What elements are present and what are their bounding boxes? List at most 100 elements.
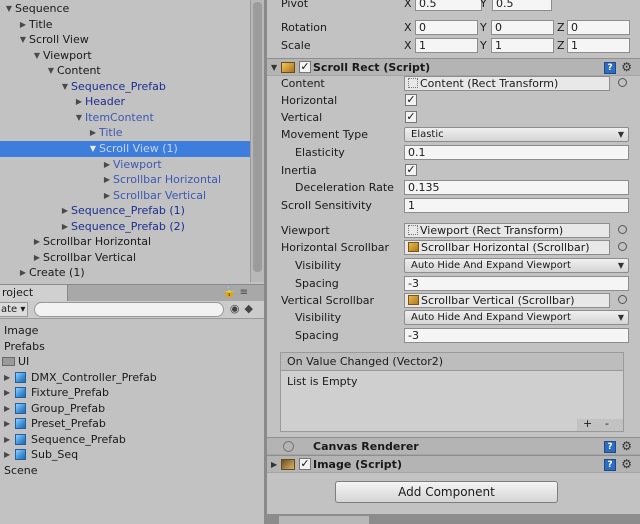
hierarchy-item[interactable]: ▼ ItemContent xyxy=(0,110,250,126)
remove-listener-button[interactable]: - xyxy=(605,418,609,429)
add-listener-button[interactable]: + xyxy=(583,418,592,429)
expanded-arrow-icon[interactable]: ▼ xyxy=(46,63,56,79)
horizontal-checkbox[interactable]: ✓ xyxy=(405,94,417,106)
collapsed-arrow-icon[interactable]: ▶ xyxy=(102,172,112,188)
inertia-checkbox[interactable]: ✓ xyxy=(405,164,417,176)
gear-icon[interactable]: ⚙ xyxy=(621,456,632,473)
movement-type-dropdown[interactable]: Elastic ▼ xyxy=(404,127,629,142)
scroll-sensitivity-field[interactable]: 1 xyxy=(404,198,629,213)
hierarchy-item[interactable]: ▶ Sequence_Prefab (1) xyxy=(0,203,250,219)
collapsed-arrow-icon[interactable]: ▶ xyxy=(32,250,42,266)
collapsed-arrow-icon[interactable]: ▶ xyxy=(74,94,84,110)
collapse-arrow-icon[interactable]: ▼ xyxy=(271,59,277,76)
scroll-rect-enabled-checkbox[interactable]: ✓ xyxy=(299,61,311,73)
hierarchy-item[interactable]: ▼ Scroll View (1) xyxy=(0,140,250,157)
hierarchy-item[interactable]: ▼ Content xyxy=(0,63,250,79)
pivot-y-field[interactable]: 0.5 xyxy=(492,0,552,11)
project-item[interactable]: ▶ Sub_Seq xyxy=(0,447,264,463)
expanded-arrow-icon[interactable]: ▼ xyxy=(32,48,42,64)
project-item[interactable]: Scene xyxy=(0,463,264,479)
lock-icon[interactable]: 🔒 xyxy=(223,287,239,298)
collapsed-arrow-icon[interactable]: ▶ xyxy=(4,447,10,462)
expanded-arrow-icon[interactable]: ▼ xyxy=(60,79,70,95)
project-item[interactable]: ▶ Preset_Prefab xyxy=(0,416,264,432)
expanded-arrow-icon[interactable]: ▼ xyxy=(18,32,28,48)
hierarchy-item[interactable]: ▶ Title xyxy=(0,125,250,141)
bottom-tab[interactable] xyxy=(279,516,369,524)
hierarchy-scrollbar[interactable] xyxy=(250,0,264,282)
hierarchy-item[interactable]: ▶ Scrollbar Horizontal xyxy=(0,234,250,250)
hierarchy-item[interactable]: ▼ Sequence_Prefab xyxy=(0,79,250,95)
rotation-y-field[interactable]: 0 xyxy=(491,20,554,35)
menu-icon[interactable]: ≡ xyxy=(240,287,252,298)
collapsed-arrow-icon[interactable]: ▶ xyxy=(4,432,10,447)
content-object-field[interactable]: Content (Rect Transform) xyxy=(404,76,610,91)
project-item[interactable]: ▶ Group_Prefab xyxy=(0,401,264,417)
scale-z-field[interactable]: 1 xyxy=(567,38,630,53)
expanded-arrow-icon[interactable]: ▼ xyxy=(74,110,84,126)
add-component-button[interactable]: Add Component xyxy=(335,481,558,503)
deceleration-field[interactable]: 0.135 xyxy=(404,180,629,195)
tab-project[interactable]: roject xyxy=(0,285,68,302)
elasticity-field[interactable]: 0.1 xyxy=(404,145,629,160)
filter-by-label-icon[interactable]: ◆ xyxy=(245,302,258,315)
rotation-z-field[interactable]: 0 xyxy=(567,20,630,35)
object-picker-icon[interactable] xyxy=(618,295,627,304)
horizontal-scrollbar-field[interactable]: Scrollbar Horizontal (Scrollbar) xyxy=(404,240,610,255)
scale-y-field[interactable]: 1 xyxy=(491,38,554,53)
image-enabled-checkbox[interactable]: ✓ xyxy=(299,458,311,470)
project-item[interactable]: ▶ Sequence_Prefab xyxy=(0,432,264,448)
hierarchy-item[interactable]: ▶ Title xyxy=(0,17,250,33)
project-item[interactable]: Image xyxy=(0,323,264,339)
scale-x-field[interactable]: 1 xyxy=(415,38,478,53)
expanded-arrow-icon[interactable]: ▼ xyxy=(88,141,98,157)
project-item[interactable]: ▶ DMX_Controller_Prefab xyxy=(0,370,264,386)
hierarchy-item[interactable]: ▼ Viewport xyxy=(0,48,250,64)
collapsed-arrow-icon[interactable]: ▶ xyxy=(32,234,42,250)
object-picker-icon[interactable] xyxy=(618,78,627,87)
viewport-object-field[interactable]: Viewport (Rect Transform) xyxy=(404,223,610,238)
hierarchy-item[interactable]: ▶ Scrollbar Horizontal xyxy=(0,172,250,188)
object-picker-icon[interactable] xyxy=(618,225,627,234)
v-spacing-field[interactable]: -3 xyxy=(404,328,629,343)
collapsed-arrow-icon[interactable]: ▶ xyxy=(4,385,10,400)
hierarchy-item[interactable]: ▶ Scrollbar Vertical xyxy=(0,188,250,204)
v-visibility-dropdown[interactable]: Auto Hide And Expand Viewport ▼ xyxy=(404,310,629,325)
vertical-checkbox[interactable]: ✓ xyxy=(405,111,417,123)
scrollbar-thumb[interactable] xyxy=(253,2,262,272)
pivot-x-field[interactable]: 0.5 xyxy=(415,0,482,11)
vertical-scrollbar-field[interactable]: Scrollbar Vertical (Scrollbar) xyxy=(404,293,610,308)
collapsed-arrow-icon[interactable]: ▶ xyxy=(88,125,98,141)
collapsed-arrow-icon[interactable]: ▶ xyxy=(4,416,10,431)
image-script-header[interactable]: ▶ ✓ Image (Script) ? ⚙ xyxy=(267,455,640,473)
gear-icon[interactable]: ⚙ xyxy=(621,59,632,76)
canvas-renderer-header[interactable]: Canvas Renderer ? ⚙ xyxy=(267,437,640,455)
help-icon[interactable]: ? xyxy=(604,459,616,471)
rotation-x-field[interactable]: 0 xyxy=(415,20,478,35)
create-dropdown[interactable]: ate ▾ xyxy=(0,302,28,317)
project-search-input[interactable] xyxy=(34,302,224,317)
h-visibility-dropdown[interactable]: Auto Hide And Expand Viewport ▼ xyxy=(404,258,629,273)
scroll-rect-header[interactable]: ▼ ✓ Scroll Rect (Script) ? ⚙ xyxy=(267,58,640,76)
h-spacing-field[interactable]: -3 xyxy=(404,276,629,291)
collapsed-arrow-icon[interactable]: ▶ xyxy=(4,370,10,385)
help-icon[interactable]: ? xyxy=(604,441,616,453)
expand-arrow-icon[interactable]: ▶ xyxy=(271,456,277,473)
hierarchy-item[interactable]: ▶ Header xyxy=(0,94,250,110)
project-item[interactable]: Prefabs xyxy=(0,339,264,355)
expanded-arrow-icon[interactable]: ▼ xyxy=(4,1,14,17)
collapsed-arrow-icon[interactable]: ▶ xyxy=(102,157,112,173)
collapsed-arrow-icon[interactable]: ▶ xyxy=(18,265,28,281)
collapsed-arrow-icon[interactable]: ▶ xyxy=(18,17,28,33)
hierarchy-item[interactable]: ▼ Sequence xyxy=(0,1,250,17)
collapsed-arrow-icon[interactable]: ▶ xyxy=(102,188,112,204)
collapsed-arrow-icon[interactable]: ▶ xyxy=(60,219,70,235)
help-icon[interactable]: ? xyxy=(604,62,616,74)
collapsed-arrow-icon[interactable]: ▶ xyxy=(4,401,10,416)
hierarchy-item[interactable]: ▶ Scrollbar Vertical xyxy=(0,250,250,266)
gear-icon[interactable]: ⚙ xyxy=(621,438,632,455)
collapsed-arrow-icon[interactable]: ▶ xyxy=(60,203,70,219)
hierarchy-item[interactable]: ▶ Create (1) xyxy=(0,265,250,281)
project-item[interactable]: UI xyxy=(0,354,264,370)
hierarchy-item[interactable]: ▶ Sequence_Prefab (2) xyxy=(0,219,250,235)
